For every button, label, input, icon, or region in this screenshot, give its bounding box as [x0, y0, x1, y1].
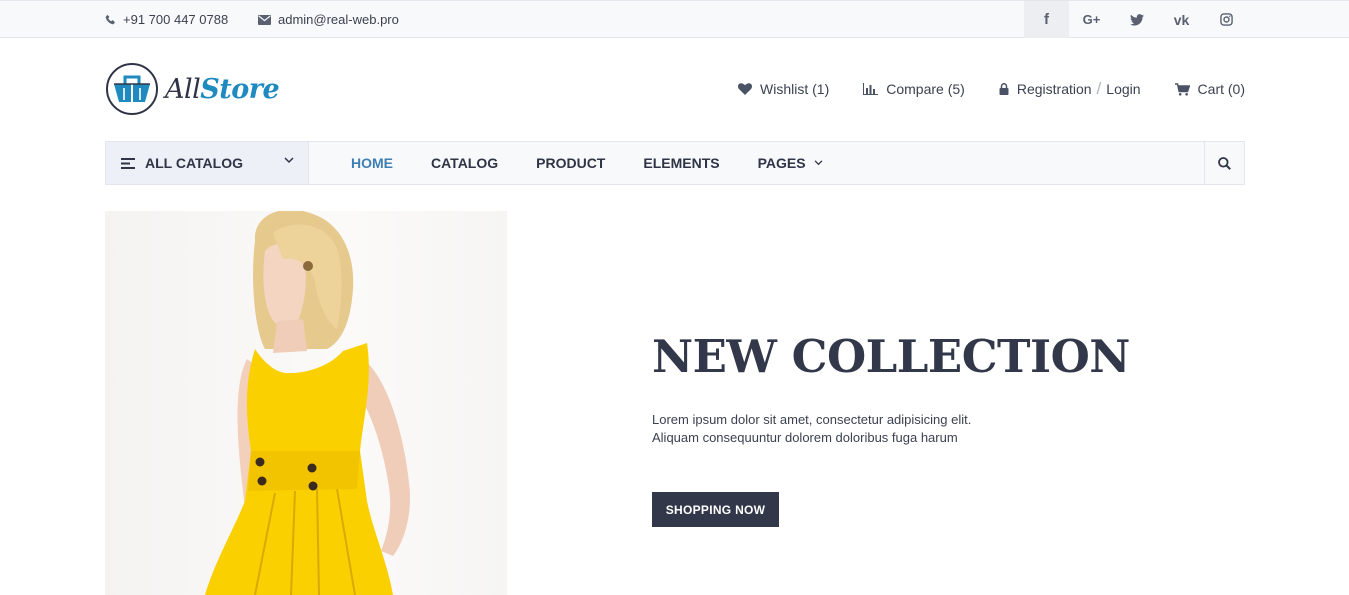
phone-number: +91 700 447 0788 — [123, 12, 229, 27]
hero-title: NEW COLLECTION — [652, 330, 1130, 383]
nav-item-pages-label: PAGES — [757, 155, 806, 171]
chevron-down-icon — [284, 157, 294, 164]
header-links: Wishlist (1) Compare (5) Registration / … — [704, 76, 1245, 102]
instagram-icon — [1220, 13, 1233, 26]
twitter-link[interactable] — [1114, 1, 1159, 38]
all-catalog-button[interactable]: ALL CATALOG — [106, 142, 309, 184]
lock-icon — [999, 83, 1009, 95]
all-catalog-label: ALL CATALOG — [145, 155, 243, 171]
instagram-link[interactable] — [1204, 1, 1249, 38]
account-links: Registration / Login — [999, 79, 1141, 99]
nav-item-catalog[interactable]: CATALOG — [412, 155, 517, 171]
logo-text-all: All — [165, 73, 201, 105]
phone-contact[interactable]: +91 700 447 0788 — [105, 1, 228, 38]
logo-text-store: Store — [200, 73, 280, 105]
google-plus-link[interactable]: G+ — [1069, 1, 1114, 38]
vk-link[interactable]: vk — [1159, 1, 1204, 38]
email-contact[interactable]: admin@real-web.pro — [258, 1, 399, 38]
facebook-link[interactable]: f — [1024, 1, 1069, 38]
phone-icon — [105, 14, 115, 25]
top-bar: +91 700 447 0788 admin@real-web.pro f G+… — [0, 0, 1349, 38]
registration-link[interactable]: Registration — [1017, 81, 1092, 97]
allstore-logo[interactable]: AllStore — [105, 62, 280, 116]
nav-item-product[interactable]: PRODUCT — [517, 155, 624, 171]
heart-icon — [738, 83, 753, 95]
compare-label: Compare (5) — [886, 81, 965, 97]
basket-logo-icon — [106, 63, 158, 115]
email-address: admin@real-web.pro — [278, 12, 399, 27]
wishlist-label: Wishlist (1) — [760, 81, 830, 97]
nav-item-home[interactable]: HOME — [332, 155, 412, 171]
nav-item-pages[interactable]: PAGES — [739, 155, 842, 171]
hero-description: Lorem ipsum dolor sit amet, consectetur … — [652, 411, 1012, 447]
social-links: f G+ vk — [1024, 1, 1249, 38]
nav-menu: HOME CATALOG PRODUCT ELEMENTS PAGES — [309, 142, 842, 184]
search-button[interactable] — [1204, 142, 1244, 184]
cart-icon — [1174, 82, 1190, 96]
twitter-icon — [1129, 13, 1144, 26]
vk-icon: vk — [1173, 11, 1190, 28]
search-icon — [1218, 156, 1231, 170]
logo-wordmark: AllStore — [165, 73, 280, 105]
google-plus-icon: G+ — [1082, 12, 1101, 27]
cart-link[interactable]: Cart (0) — [1174, 81, 1245, 97]
envelope-icon — [258, 14, 271, 25]
hero-description-line-1: Lorem ipsum dolor sit amet, consectetur … — [652, 412, 972, 427]
hero-model-image — [105, 211, 507, 595]
hero-description-line-2: Aliquam consequuntur dolorem doloribus f… — [652, 430, 958, 445]
compare-link[interactable]: Compare (5) — [863, 81, 965, 97]
shopping-now-button[interactable]: SHOPPING NOW — [652, 492, 779, 527]
cart-label: Cart (0) — [1197, 81, 1245, 97]
model-in-yellow-dress-image — [205, 211, 411, 595]
main-nav: ALL CATALOG HOME CATALOG PRODUCT ELEMENT… — [105, 141, 1245, 185]
menu-icon — [121, 157, 135, 169]
login-link[interactable]: Login — [1106, 81, 1140, 97]
wishlist-link[interactable]: Wishlist (1) — [738, 81, 829, 97]
separator: / — [1096, 79, 1102, 98]
nav-item-elements[interactable]: ELEMENTS — [624, 155, 738, 171]
chevron-down-icon — [814, 160, 822, 166]
facebook-icon: f — [1044, 11, 1049, 28]
bar-chart-icon — [863, 83, 879, 95]
